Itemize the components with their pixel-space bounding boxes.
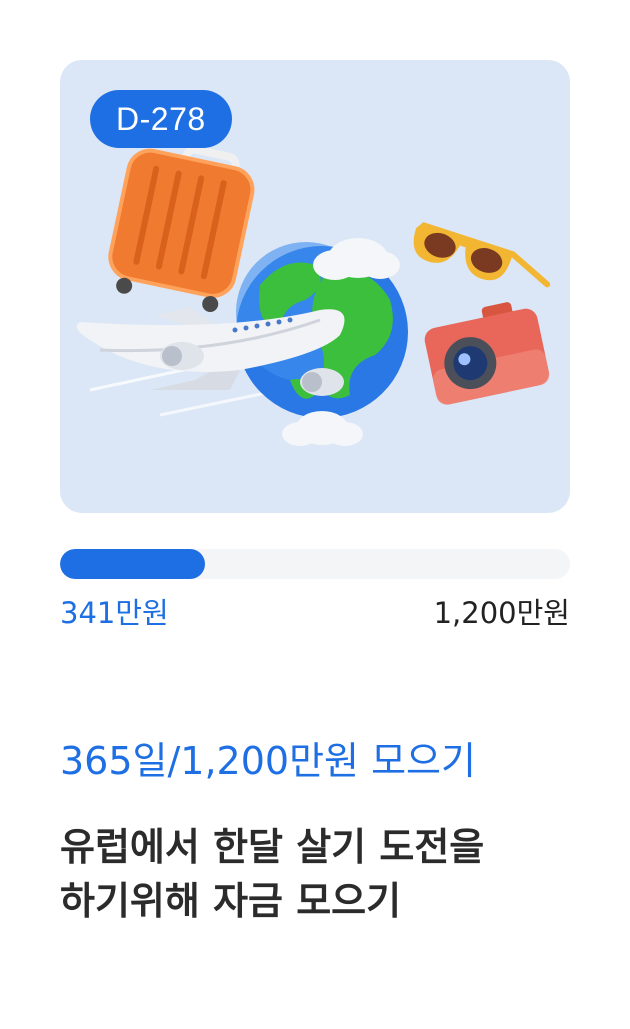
d-day-badge: D-278 bbox=[90, 90, 232, 148]
goal-amount: 1,200만원 bbox=[433, 596, 570, 630]
challenge-title-line-2: 하기위해 자금 모으기 bbox=[60, 879, 402, 923]
cloud-icon bbox=[282, 411, 363, 446]
challenge-summary: 365일/1,200만원 모으기 bbox=[60, 739, 476, 783]
savings-progress-bar bbox=[60, 549, 570, 579]
savings-progress-fill bbox=[60, 549, 205, 579]
camera-icon bbox=[424, 302, 550, 405]
cloud-icon bbox=[313, 238, 400, 280]
suitcase-icon bbox=[108, 145, 255, 313]
current-amount: 341만원 bbox=[60, 596, 169, 630]
airplane-icon bbox=[76, 307, 345, 396]
challenge-title: 유럽에서 한달 살기 도전을 하기위해 자금 모으기 bbox=[60, 820, 580, 928]
challenge-title-line-1: 유럽에서 한달 살기 도전을 bbox=[60, 825, 485, 869]
travel-illustration-card: D-278 bbox=[60, 60, 570, 513]
sunglasses-icon bbox=[413, 222, 551, 288]
